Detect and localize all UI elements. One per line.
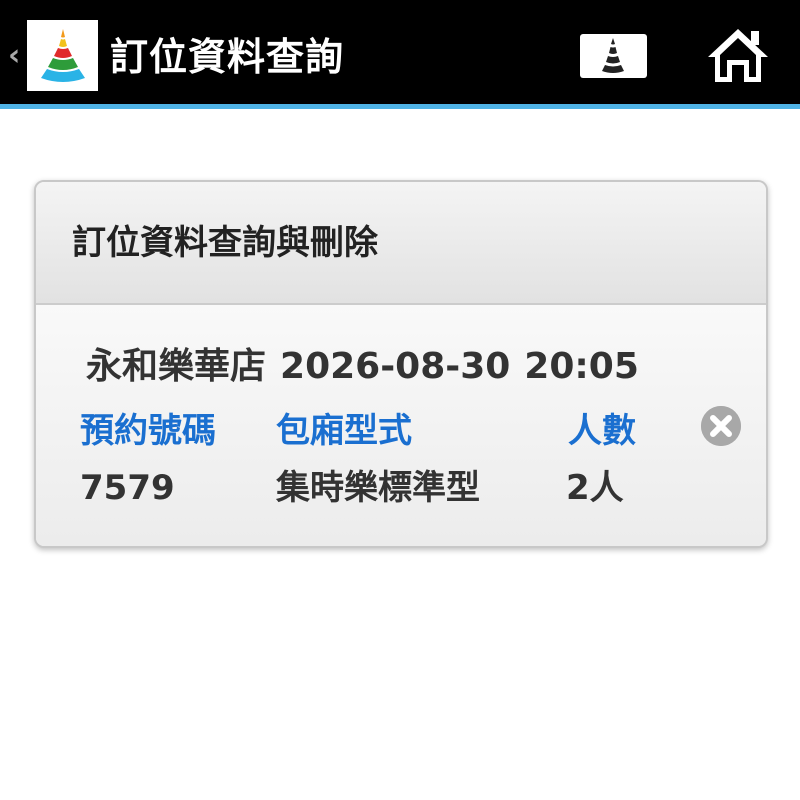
delete-reservation-button[interactable]: [701, 406, 741, 446]
chevron-left-icon[interactable]: ‹: [8, 36, 20, 76]
layered-cone-menu-icon: [602, 38, 624, 73]
party-size-value: 2人: [566, 468, 624, 508]
party-size-label: 人數: [568, 411, 636, 451]
page-title: 訂位資料查詢: [110, 35, 345, 79]
card-header: 訂位資料查詢與刪除: [36, 182, 766, 305]
close-circle-icon: [701, 406, 741, 446]
home-icon: [708, 29, 768, 82]
reservation-card: 訂位資料查詢與刪除 永和樂華店 2026-08-30 20:05 預約號碼 包廂型式…: [34, 180, 768, 548]
room-type-label: 包廂型式: [276, 411, 412, 451]
reservation-details: 永和樂華店 2026-08-30 20:05 預約號碼 包廂型式 人數 7579 集…: [36, 305, 766, 546]
card-title: 訂位資料查詢與刪除: [72, 223, 378, 263]
reservation-date: 2026-08-30: [280, 346, 511, 387]
reservation-time: 20:05: [524, 346, 639, 387]
app-logo[interactable]: [27, 20, 98, 91]
store-name: 永和樂華店: [86, 346, 267, 387]
app-header: ‹ 訂位資料查詢: [0, 0, 800, 109]
home-button[interactable]: [706, 25, 770, 85]
room-type-value: 集時樂標準型: [276, 468, 480, 508]
booking-number-value: 7579: [80, 468, 175, 508]
booking-number-label: 預約號碼: [80, 411, 216, 451]
reservation-summary: 永和樂華店 2026-08-30 20:05: [86, 345, 653, 389]
menu-button[interactable]: [580, 34, 647, 78]
layered-cone-logo-icon: [41, 29, 85, 82]
